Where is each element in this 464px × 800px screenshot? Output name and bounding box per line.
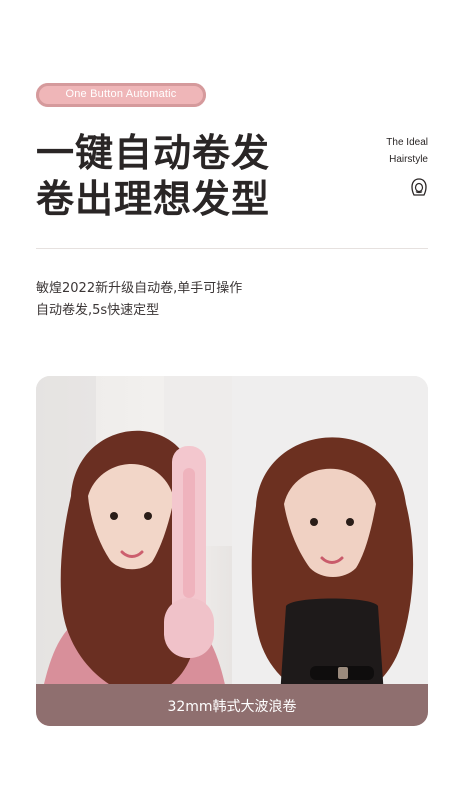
description: 敏煌2022新升级自动卷,单手可操作 自动卷发,5s快速定型 [36, 278, 396, 322]
badge-label: One Button Automatic [65, 88, 177, 100]
model-illustration-right [232, 376, 428, 726]
divider [36, 248, 428, 249]
photo-left-model [36, 376, 232, 726]
side-note: The Ideal Hairstyle [386, 134, 428, 168]
side-note-line-2: Hairstyle [389, 154, 428, 165]
photo-panel: 32mm韩式大波浪卷 [36, 376, 428, 726]
headline-line-1: 一键自动卷发 [36, 131, 271, 175]
model-illustration-left [36, 376, 232, 726]
caption-bar: 32mm韩式大波浪卷 [36, 684, 428, 726]
badge: One Button Automatic [36, 83, 206, 107]
headline-line-2: 卷出理想发型 [36, 177, 271, 221]
side-note-line-1: The Ideal [386, 137, 428, 148]
caption: 32mm韩式大波浪卷 [167, 699, 297, 715]
description-line-1: 敏煌2022新升级自动卷,单手可操作 [36, 281, 243, 296]
headline: 一键自动卷发 卷出理想发型 [36, 130, 336, 222]
hair-icon [411, 178, 427, 196]
photo-right-model [232, 376, 428, 726]
description-line-2: 自动卷发,5s快速定型 [36, 303, 160, 318]
